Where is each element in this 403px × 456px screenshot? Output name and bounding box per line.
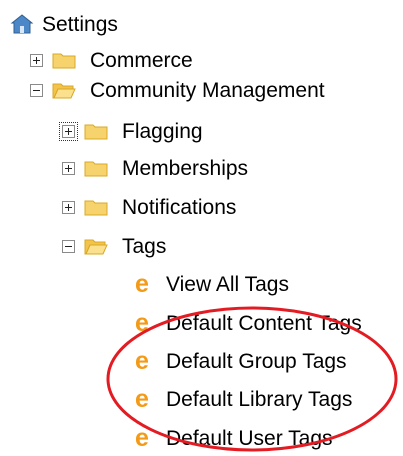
tree-leaf-label: Default Library Tags [166,387,353,411]
folder-closed-icon [84,161,108,177]
tree-leaf-label: View All Tags [166,272,289,296]
tree-node-label: Notifications [122,195,237,219]
e-link-icon: e [135,384,149,413]
folder-open-icon [84,239,108,255]
settings-tree: Settings Commerce Community Management F… [0,0,403,454]
collapse-icon[interactable] [62,239,75,253]
tree-node-settings[interactable]: Settings [10,6,118,42]
tree-leaf-label: Default Group Tags [166,349,347,373]
tree-node-label: Commerce [90,48,193,72]
tree-node-tags[interactable]: Tags [62,228,166,264]
tree-node-memberships[interactable]: Memberships [62,150,248,186]
tree-node-label: Memberships [122,156,249,180]
folder-closed-icon [52,53,76,69]
e-link-icon: e [135,308,149,337]
tree-node-label: Settings [42,12,118,36]
folder-closed-icon [84,200,108,216]
folder-closed-icon [84,124,108,140]
collapse-icon[interactable] [30,83,43,97]
expand-icon[interactable] [59,121,78,141]
tree-leaf-default-group-tags[interactable]: e Default Group Tags [132,343,347,379]
expand-icon[interactable] [62,161,75,175]
tree-node-label: Community Management [90,78,325,102]
tree-leaf-label: Default Content Tags [166,311,362,335]
settings-home-icon [10,14,34,34]
folder-open-icon [52,83,76,99]
e-link-icon: e [135,269,149,298]
tree-leaf-default-library-tags[interactable]: e Default Library Tags [132,381,352,417]
tree-leaf-default-content-tags[interactable]: e Default Content Tags [132,305,362,341]
expand-icon[interactable] [62,200,75,214]
tree-leaf-view-all-tags[interactable]: e View All Tags [132,266,289,302]
expand-icon[interactable] [30,53,43,67]
tree-node-flagging[interactable]: Flagging [59,113,203,149]
tree-leaf-label: Default User Tags [166,426,333,450]
e-link-icon: e [135,346,149,375]
tree-node-community-management[interactable]: Community Management [30,72,325,108]
e-link-icon: e [135,423,149,452]
tree-node-label: Flagging [122,119,203,143]
tree-leaf-default-user-tags[interactable]: e Default User Tags [132,420,333,456]
tree-node-notifications[interactable]: Notifications [62,189,236,225]
tree-node-label: Tags [122,234,167,258]
